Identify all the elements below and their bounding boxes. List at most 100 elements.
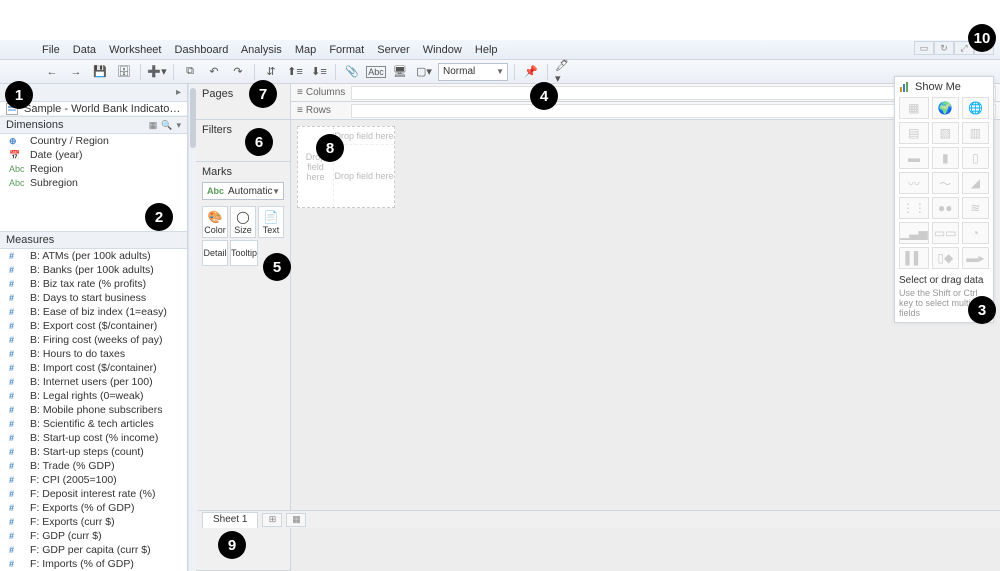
labels-button[interactable]: Abc	[366, 63, 386, 81]
data-pane-scrollbar[interactable]	[188, 84, 196, 571]
size-button[interactable]: ◯Size	[230, 206, 256, 238]
dimension-field[interactable]: ⊕Country / Region	[0, 134, 187, 148]
text-button[interactable]: 📄Text	[258, 206, 284, 238]
redo-button[interactable]: ↷	[228, 63, 248, 81]
measure-field[interactable]: #B: Export cost ($/container)	[0, 319, 187, 333]
forward-button[interactable]: →	[66, 63, 86, 81]
swap-axes-button[interactable]: ⇵	[261, 63, 281, 81]
viztype-tree[interactable]: ▭▭	[932, 222, 959, 244]
viztype-circle[interactable]: ●●	[932, 197, 959, 219]
measure-field[interactable]: #B: Import cost ($/container)	[0, 361, 187, 375]
dimensions-search-icon[interactable]: 🔍	[161, 116, 172, 134]
sheet-tab-1[interactable]: Sheet 1	[202, 512, 258, 528]
viztype-scatter[interactable]: ⋮⋮	[899, 197, 929, 219]
menu-analysis[interactable]: Analysis	[241, 44, 282, 56]
measure-field[interactable]: #B: Banks (per 100k adults)	[0, 263, 187, 277]
viztype-highlight[interactable]: ▧	[932, 122, 959, 144]
back-button[interactable]: ←	[42, 63, 62, 81]
detail-button[interactable]: Detail	[202, 240, 228, 266]
measure-field[interactable]: #B: ATMs (per 100k adults)	[0, 249, 187, 263]
measure-field[interactable]: #F: Exports (curr $)	[0, 515, 187, 529]
measure-field[interactable]: #F: Exports (% of GDP)	[0, 501, 187, 515]
measure-field[interactable]: #F: Imports (% of GDP)	[0, 557, 187, 571]
viztype-box[interactable]: ▯◆	[932, 247, 959, 269]
viztype-line2[interactable]: 〜	[932, 172, 959, 194]
sort-asc-button[interactable]: ⬆≡	[285, 63, 305, 81]
dimensions-view-icon[interactable]: ▦	[149, 116, 158, 134]
dimension-field[interactable]: AbcRegion	[0, 162, 187, 176]
marktype-dropdown[interactable]: Abc Automatic ▼	[202, 182, 284, 200]
presentation-button[interactable]: 🖥	[390, 63, 410, 81]
viztype-area[interactable]: ◢	[962, 172, 989, 194]
measure-field[interactable]: #B: Ease of biz index (1=easy)	[0, 305, 187, 319]
viztype-pie[interactable]: ◔	[962, 222, 989, 244]
viztype-table[interactable]: ▦	[899, 97, 929, 119]
measure-field[interactable]: #B: Start-up steps (count)	[0, 445, 187, 459]
new-dashboard-button[interactable]: ▦	[286, 513, 306, 527]
dimensions-menu-icon[interactable]: ▾	[176, 116, 181, 134]
menu-file[interactable]: File	[42, 44, 60, 56]
measure-field[interactable]: #B: Mobile phone subscribers	[0, 403, 187, 417]
number-icon: #	[8, 473, 26, 487]
measure-field[interactable]: #F: CPI (2005=100)	[0, 473, 187, 487]
viewmode-dropdown[interactable]: Normal▼	[438, 63, 508, 81]
menu-data[interactable]: Data	[73, 44, 96, 56]
measure-field-label: F: Exports (curr $)	[30, 515, 115, 529]
menu-help[interactable]: Help	[475, 44, 498, 56]
measure-field[interactable]: #F: Deposit interest rate (%)	[0, 487, 187, 501]
viztype-side[interactable]: ▌▌	[899, 247, 929, 269]
tab-refresh[interactable]: ↻	[934, 41, 954, 55]
viztype-bar-stack[interactable]: ▯	[962, 147, 989, 169]
viztype-bar-h[interactable]: ▬	[899, 147, 929, 169]
fit-button[interactable]: ▢▾	[414, 63, 434, 81]
sort-desc-button[interactable]: ⬇≡	[309, 63, 329, 81]
columns-icon: ≡	[297, 87, 303, 98]
measure-field[interactable]: #B: Internet users (per 100)	[0, 375, 187, 389]
menu-map[interactable]: Map	[295, 44, 316, 56]
add-sheet-button[interactable]: ➕▾	[147, 63, 167, 81]
measure-field-label: F: GDP (curr $)	[30, 529, 102, 543]
measure-field[interactable]: #F: GDP (curr $)	[0, 529, 187, 543]
scrollbar-thumb[interactable]	[190, 88, 196, 148]
menu-server[interactable]: Server	[377, 44, 409, 56]
measure-field[interactable]: #B: Scientific & tech articles	[0, 417, 187, 431]
menu-window[interactable]: Window	[423, 44, 462, 56]
duplicate-button[interactable]: ⧉	[180, 63, 200, 81]
measure-field[interactable]: #B: Days to start business	[0, 291, 187, 305]
show-me-title[interactable]: Show Me	[899, 81, 989, 93]
viztype-bullet[interactable]: ▬▸	[962, 247, 989, 269]
measure-field[interactable]: #B: Hours to do taxes	[0, 347, 187, 361]
highlight-button[interactable]: 🖊▾	[554, 63, 574, 81]
measure-field[interactable]: #B: Start-up cost (% income)	[0, 431, 187, 445]
viztype-dual[interactable]: ≋	[962, 197, 989, 219]
viztype-line[interactable]: 〰	[899, 172, 929, 194]
measure-field[interactable]: #F: GDP per capita (curr $)	[0, 543, 187, 557]
undo-button[interactable]: ↶	[204, 63, 224, 81]
measure-field[interactable]: #B: Legal rights (0=weak)	[0, 389, 187, 403]
color-button[interactable]: 🎨Color	[202, 206, 228, 238]
data-pane-menu-icon[interactable]: ▸	[176, 84, 181, 102]
viztype-bar-v[interactable]: ▮	[932, 147, 959, 169]
viztype-heat[interactable]: ▤	[899, 122, 929, 144]
filters-shelf[interactable]: Filters	[196, 120, 290, 162]
menu-worksheet[interactable]: Worksheet	[109, 44, 161, 56]
dimension-field[interactable]: 📅Date (year)	[0, 148, 187, 162]
measure-field[interactable]: #B: Firing cost (weeks of pay)	[0, 333, 187, 347]
group-button[interactable]: 📎	[342, 63, 362, 81]
viztype-text[interactable]: ▥	[962, 122, 989, 144]
menu-dashboard[interactable]: Dashboard	[175, 44, 229, 56]
viztype-map-sym[interactable]: 🌍	[932, 97, 959, 119]
new-worksheet-button[interactable]: ⊞	[262, 513, 282, 527]
tooltip-button[interactable]: Tooltip	[230, 240, 258, 266]
pin-button[interactable]: 📌	[521, 63, 541, 81]
viztype-map-fill[interactable]: 🌐	[962, 97, 989, 119]
view-drop-zone[interactable]: Drop field here Drop field here Drop fie…	[297, 126, 395, 208]
tab-presentation[interactable]: ▭	[914, 41, 934, 55]
datasource-button[interactable]: 🗄	[114, 63, 134, 81]
dimension-field[interactable]: AbcSubregion	[0, 176, 187, 190]
measure-field[interactable]: #B: Biz tax rate (% profits)	[0, 277, 187, 291]
viztype-hist[interactable]: ▁▃▅	[899, 222, 929, 244]
menu-format[interactable]: Format	[329, 44, 364, 56]
measure-field[interactable]: #B: Trade (% GDP)	[0, 459, 187, 473]
save-button[interactable]: 💾	[90, 63, 110, 81]
